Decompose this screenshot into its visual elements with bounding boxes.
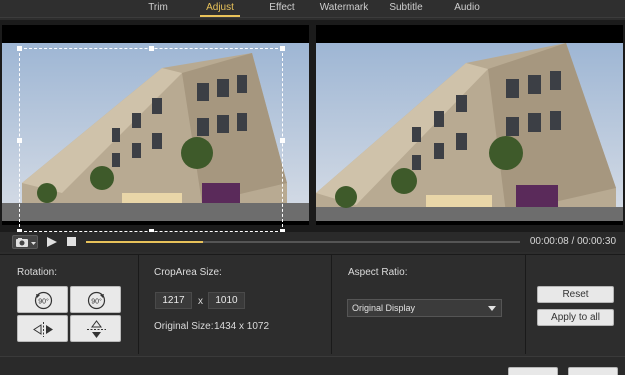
camera-icon	[16, 238, 36, 247]
tab-bar: Trim Adjust Effect Watermark Subtitle Au…	[0, 0, 625, 18]
svg-text:90°: 90°	[91, 298, 102, 306]
footer-bar	[0, 356, 625, 375]
crop-height-field[interactable]: 1010	[208, 292, 245, 309]
chevron-down-icon	[31, 242, 36, 245]
video-frame-original	[2, 43, 309, 221]
tab-subtitle[interactable]: Subtitle	[385, 1, 427, 17]
rotate-left-icon: 90°	[34, 291, 53, 310]
chevron-down-icon	[488, 306, 496, 311]
aspect-ratio-select[interactable]: Original Display	[347, 299, 502, 317]
flip-horizontal-button[interactable]	[17, 315, 68, 342]
rotate-right-icon: 90°	[87, 291, 106, 310]
flip-vertical-button[interactable]	[70, 315, 121, 342]
playback-bar: 00:00:08 / 00:00:30	[0, 232, 625, 252]
tab-adjust[interactable]: Adjust	[200, 1, 240, 17]
aspect-ratio-value: Original Display	[352, 303, 416, 313]
rotate-left-button[interactable]: 90°	[17, 286, 68, 313]
rotation-label: Rotation:	[17, 267, 58, 278]
aspect-ratio-label: Aspect Ratio:	[348, 267, 408, 278]
stop-button[interactable]	[67, 237, 76, 246]
play-button[interactable]	[47, 237, 57, 247]
rotate-right-button[interactable]: 90°	[70, 286, 121, 313]
flip-horizontal-icon	[33, 322, 53, 337]
time-display: 00:00:08 / 00:00:30	[529, 236, 616, 247]
tab-audio[interactable]: Audio	[450, 1, 484, 17]
snapshot-button[interactable]	[12, 235, 38, 249]
footer-button-1[interactable]	[508, 367, 558, 375]
actions-panel	[526, 254, 625, 354]
original-size-value: 1434 x 1072	[214, 321, 270, 332]
video-frame-output	[316, 43, 623, 221]
footer-button-2[interactable]	[568, 367, 618, 375]
original-preview[interactable]	[2, 25, 309, 225]
crop-size-separator: x	[198, 296, 203, 307]
progress-slider[interactable]	[86, 241, 520, 243]
tab-effect[interactable]: Effect	[263, 1, 301, 17]
tab-watermark[interactable]: Watermark	[318, 1, 370, 17]
original-size-label: Original Size:	[154, 321, 214, 332]
output-preview	[316, 25, 623, 225]
preview-area	[0, 20, 625, 234]
progress-fill	[86, 241, 204, 243]
flip-vertical-icon	[87, 320, 106, 338]
crop-width-field[interactable]: 1217	[155, 292, 192, 309]
crop-size-label: CropArea Size:	[154, 267, 222, 278]
tab-trim[interactable]: Trim	[142, 1, 174, 17]
svg-text:90°: 90°	[38, 298, 49, 306]
apply-to-all-button[interactable]: Apply to all	[537, 309, 614, 326]
reset-button[interactable]: Reset	[537, 286, 614, 303]
